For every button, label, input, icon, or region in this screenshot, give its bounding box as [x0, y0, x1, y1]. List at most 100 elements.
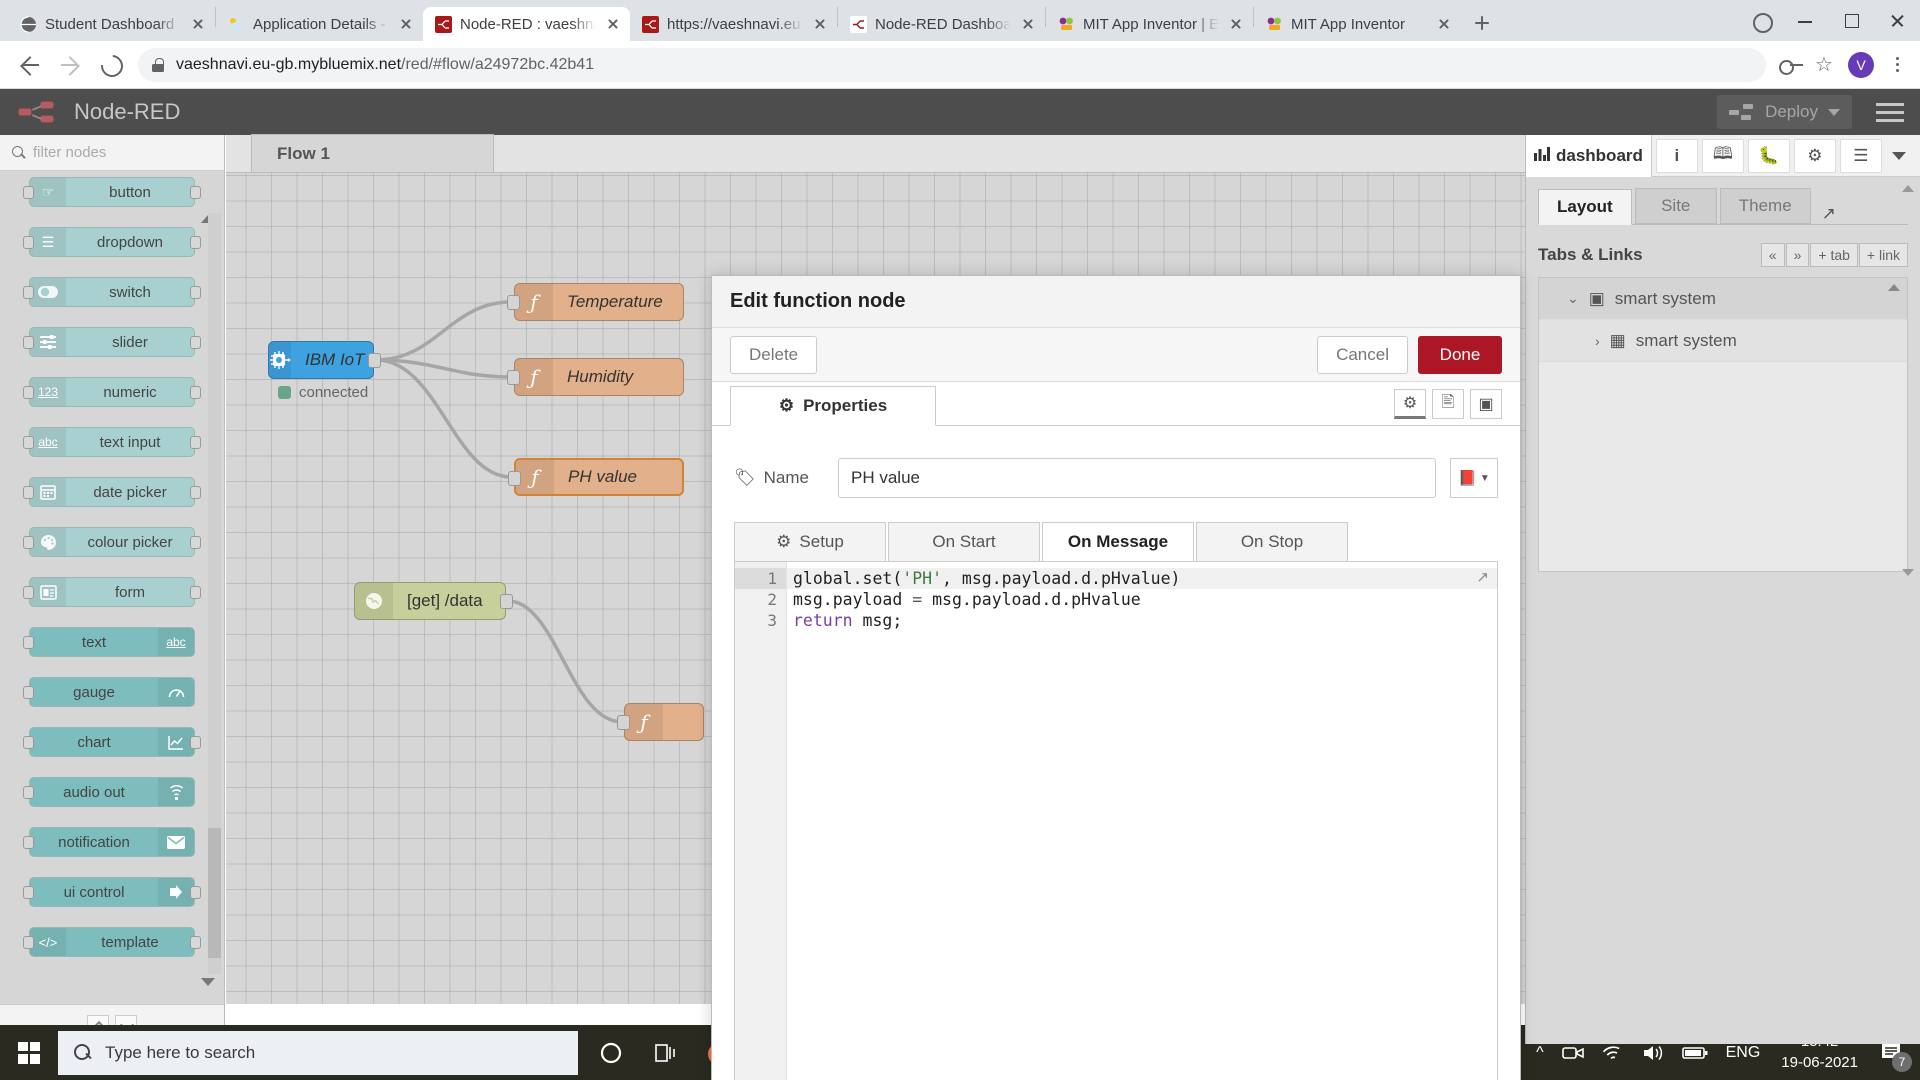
browser-menu-icon[interactable]	[1884, 52, 1910, 78]
node-input-port[interactable]	[23, 936, 34, 949]
expand-editor-icon[interactable]: ↗	[1476, 568, 1489, 586]
palette-node-dropdown[interactable]: ☰ dropdown	[23, 227, 201, 257]
node-input-port[interactable]	[23, 736, 34, 749]
node-input-port[interactable]	[23, 236, 34, 249]
address-bar[interactable]: vaeshnavi.eu-gb.mybluemix.net/red/#flow/…	[138, 47, 1766, 82]
chevron-right-icon[interactable]: ›	[1595, 333, 1600, 349]
palette-node-text[interactable]: text abc	[23, 627, 195, 657]
add-link-button[interactable]: + link	[1858, 243, 1908, 267]
flow-tab-flow1[interactable]: Flow 1	[251, 134, 494, 172]
tab-setup[interactable]: ⚙ Setup	[734, 522, 886, 562]
extensions-icon[interactable]	[1744, 4, 1778, 38]
palette-node-chart[interactable]: chart	[23, 727, 201, 757]
subtab-layout[interactable]: Layout	[1538, 189, 1632, 225]
node-output-port[interactable]	[190, 586, 201, 599]
back-button[interactable]	[10, 45, 50, 85]
start-button[interactable]	[0, 1025, 58, 1080]
palette-node-switch[interactable]: switch	[23, 277, 201, 307]
close-icon[interactable]	[397, 15, 415, 33]
flow-node-ibm-iot[interactable]: IBM IoT	[268, 341, 381, 379]
chevron-down-icon[interactable]	[1892, 151, 1906, 160]
sidebar-scroll-up-icon[interactable]	[1902, 185, 1914, 192]
tab-on-start[interactable]: On Start	[888, 522, 1040, 562]
palette-scrollbar-thumb[interactable]	[208, 828, 221, 958]
close-icon[interactable]	[1019, 15, 1037, 33]
node-output-port[interactable]	[368, 353, 381, 368]
add-tab-button[interactable]: + tab	[1810, 243, 1858, 267]
browser-tab-4[interactable]: Node-RED Dashboard	[838, 7, 1045, 41]
node-output-port[interactable]	[190, 186, 201, 199]
cortana-icon[interactable]	[584, 1025, 638, 1080]
browser-tab-6[interactable]: MIT App Inventor	[1254, 7, 1461, 41]
new-tab-button[interactable]	[1467, 8, 1497, 38]
maximize-button[interactable]	[1828, 0, 1874, 41]
flow-node-get-data[interactable]: [get] /data	[354, 582, 513, 620]
node-input-port[interactable]	[617, 715, 630, 730]
delete-button[interactable]: Delete	[730, 335, 818, 374]
palette-node-gauge[interactable]: gauge	[23, 677, 195, 707]
sidebar-tab-dashboard[interactable]: dashboard	[1526, 134, 1652, 177]
done-button[interactable]: Done	[1418, 335, 1502, 374]
node-input-port[interactable]	[23, 786, 34, 799]
node-input-port[interactable]	[23, 286, 34, 299]
palette-node-ui-control[interactable]: ui control	[23, 877, 201, 907]
node-output-port[interactable]	[190, 886, 201, 899]
palette-node-template[interactable]: </> template	[23, 927, 201, 957]
palette-node-audio-out[interactable]: audio out	[23, 777, 195, 807]
code-editor[interactable]: 1 2 3 global.set('PH', msg.payload.d.pHv…	[734, 561, 1498, 1080]
palette-node-date-picker[interactable]: date picker	[23, 477, 201, 507]
browser-tab-2[interactable]: Node-RED : vaeshnavi	[423, 7, 630, 41]
browser-tab-5[interactable]: MIT App Inventor | Exp	[1046, 7, 1253, 41]
palette-node-notification[interactable]: notification	[23, 827, 195, 857]
node-input-port[interactable]	[507, 370, 520, 385]
node-output-port[interactable]	[190, 486, 201, 499]
palette-node-text-input[interactable]: abc text input	[23, 427, 201, 457]
tree-row-tab[interactable]: ⌄ ▣ smart system	[1539, 278, 1907, 320]
info-icon[interactable]: i	[1655, 138, 1698, 173]
reload-icon[interactable]	[90, 45, 130, 85]
window-close-button[interactable]	[1874, 0, 1920, 41]
cancel-button[interactable]: Cancel	[1317, 335, 1408, 374]
node-output-port[interactable]	[190, 936, 201, 949]
node-input-port[interactable]	[23, 836, 34, 849]
palette-node-numeric[interactable]: 123 numeric	[23, 377, 201, 407]
code-content[interactable]: global.set('PH', msg.payload.d.pHvalue) …	[787, 562, 1497, 1080]
node-input-port[interactable]	[23, 886, 34, 899]
node-input-port[interactable]	[23, 686, 34, 699]
subtab-theme[interactable]: Theme	[1719, 188, 1811, 224]
palette-node-colour-picker[interactable]: colour picker	[23, 527, 201, 557]
node-input-port[interactable]	[23, 386, 34, 399]
help-icon[interactable]: 🕮	[1701, 138, 1744, 173]
node-output-port[interactable]	[500, 594, 513, 609]
context-icon[interactable]: ☰	[1839, 138, 1882, 173]
expand-all-button[interactable]: »	[1785, 243, 1810, 267]
chevron-down-icon[interactable]	[1828, 108, 1840, 116]
tab-on-message[interactable]: On Message	[1042, 522, 1194, 562]
palette-node-form[interactable]: form	[23, 577, 201, 607]
palette-node-slider[interactable]: slider	[23, 327, 201, 357]
close-icon[interactable]	[1227, 15, 1245, 33]
appearance-icon[interactable]: ▣	[1470, 389, 1502, 419]
profile-avatar[interactable]: V	[1848, 51, 1874, 78]
taskbar-search-box[interactable]: Type here to search	[58, 1030, 578, 1075]
node-output-port[interactable]	[190, 736, 201, 749]
config-icon[interactable]: ⚙	[1793, 138, 1836, 173]
browser-tab-0[interactable]: Student Dashboard	[8, 7, 215, 41]
deploy-button[interactable]: Deploy	[1717, 95, 1852, 129]
palette-scroll-down-icon[interactable]	[201, 978, 215, 986]
browser-tab-1[interactable]: Application Details - IB	[216, 7, 423, 41]
close-icon[interactable]	[604, 15, 622, 33]
collapse-all-button[interactable]: «	[1760, 243, 1785, 267]
close-icon[interactable]	[1435, 15, 1453, 33]
bookmark-star-icon[interactable]: ☆	[1810, 51, 1838, 79]
main-menu-button[interactable]	[1860, 102, 1920, 122]
flow-node-function-partial[interactable]: ƒ	[617, 703, 704, 741]
subtab-site[interactable]: Site	[1634, 188, 1717, 224]
close-icon[interactable]	[189, 15, 207, 33]
node-input-port[interactable]	[23, 436, 34, 449]
task-view-icon[interactable]	[638, 1025, 692, 1080]
node-output-port[interactable]	[190, 436, 201, 449]
external-link-icon[interactable]: ↗	[1822, 204, 1836, 224]
chevron-down-icon[interactable]: ⌄	[1567, 290, 1579, 307]
palette-search[interactable]: filter nodes	[0, 135, 224, 171]
